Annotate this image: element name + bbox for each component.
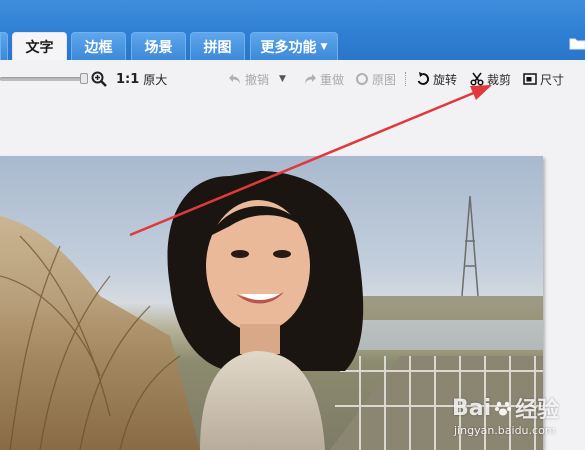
watermark-brand-right: 经验 xyxy=(515,398,560,423)
watermark-url: jingyan.baidu.com xyxy=(454,424,556,437)
baidu-watermark: Bai 经验 jingyan.baidu.com xyxy=(452,392,559,438)
watermark-brand: Bai 经验 xyxy=(452,392,559,424)
paw-icon xyxy=(495,401,512,416)
watermark-brand-left: Bai xyxy=(452,395,492,421)
annotation-arrow xyxy=(129,85,492,237)
